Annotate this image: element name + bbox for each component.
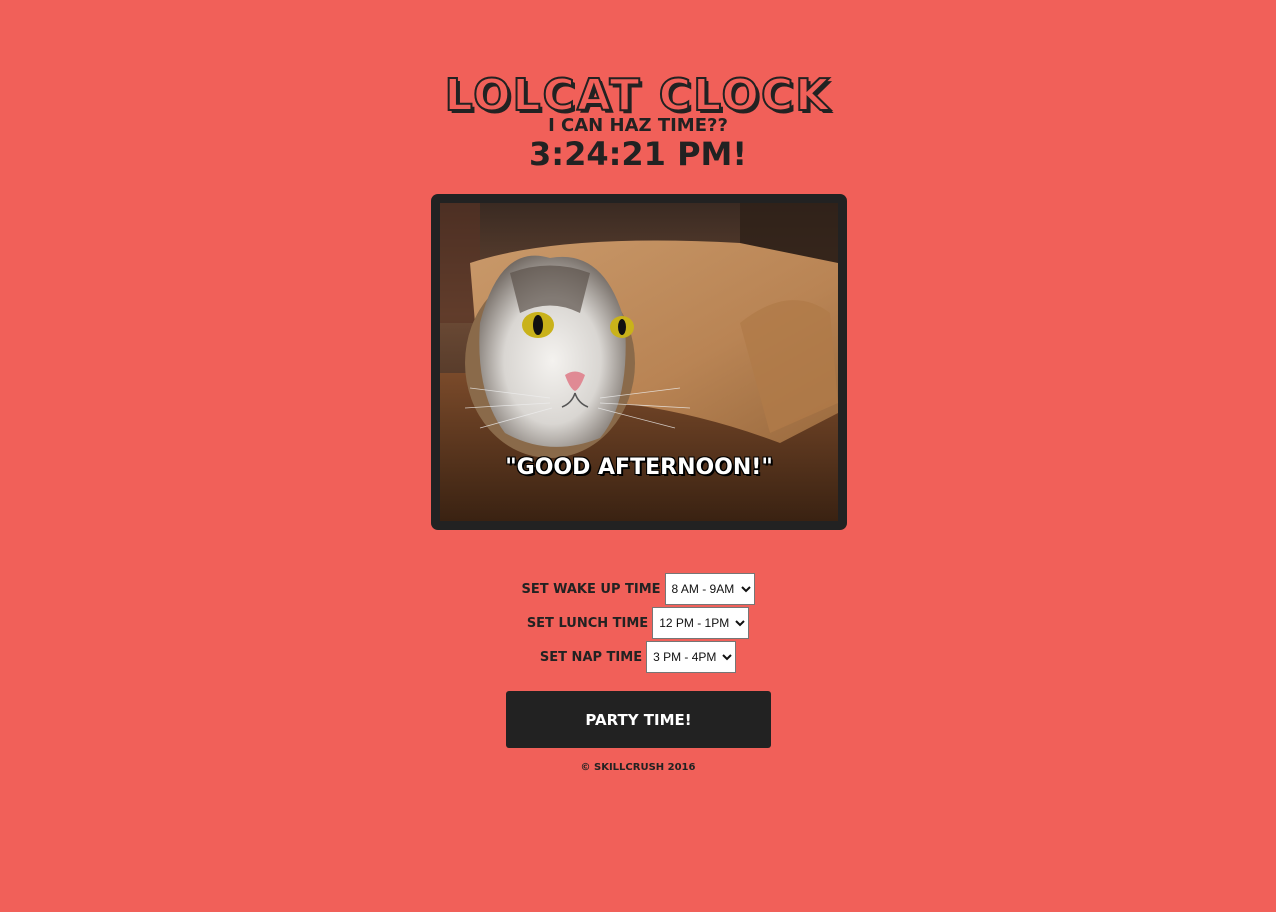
lunch-time-label: Set lunch time [526, 615, 649, 631]
wake-up-time-label: Set wake up time [521, 581, 661, 597]
lolcat-image-frame: "GOOD AFTERNOON!" [431, 194, 847, 530]
time-settings: Set wake up time 8 AM - 9AM Set lunch ti… [0, 572, 1276, 674]
image-caption: "GOOD AFTERNOON!" [505, 455, 773, 480]
nap-time-select[interactable]: 3 PM - 4PM [646, 641, 737, 673]
footer-copyright: © Skillcrush 2016 [580, 762, 696, 773]
wake-up-time-row: Set wake up time 8 AM - 9AM [0, 572, 1276, 606]
lolcat-image: "GOOD AFTERNOON!" [440, 203, 838, 521]
lunch-time-row: Set lunch time 12 PM - 1PM [0, 606, 1276, 640]
lunch-time-select[interactable]: 12 PM - 1PM [652, 607, 750, 639]
clock-display: 3:24:21 PM! [529, 135, 747, 173]
nap-time-row: Set nap time 3 PM - 4PM [0, 640, 1276, 674]
wake-up-time-select[interactable]: 8 AM - 9AM [664, 573, 755, 605]
party-time-button[interactable]: Party time! [506, 691, 771, 748]
nap-time-label: Set nap time [539, 649, 643, 665]
